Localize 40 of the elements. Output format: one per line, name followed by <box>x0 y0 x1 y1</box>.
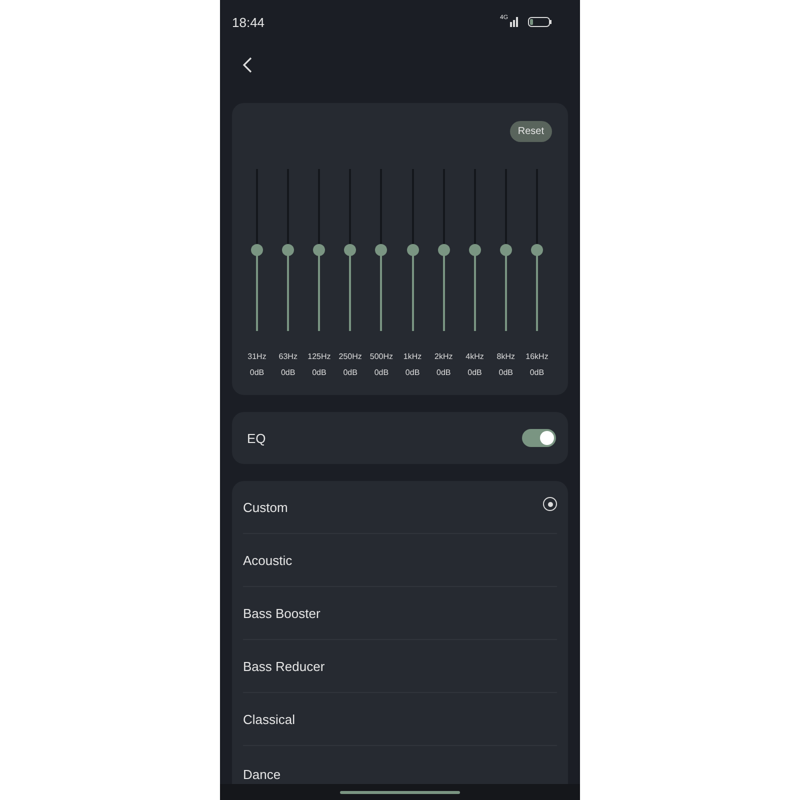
preset-label: Dance <box>243 767 281 782</box>
gain-label: 0dB <box>498 368 513 377</box>
eq-switch[interactable] <box>522 429 556 447</box>
frequency-label: 8kHz <box>496 352 515 361</box>
preset-item[interactable]: Classical <box>243 693 557 746</box>
frequency-label: 2kHz <box>434 352 453 361</box>
preset-item[interactable]: Custom <box>243 481 557 534</box>
gain-label: 0dB <box>312 368 326 377</box>
gain-label: 0dB <box>280 368 296 377</box>
preset-item[interactable]: Dance <box>243 746 557 784</box>
gain-label: 0dB <box>468 368 482 377</box>
frequency-label: 250Hz <box>338 352 362 361</box>
preset-label: Classical <box>243 712 296 726</box>
gain-label: 0dB <box>343 368 358 377</box>
frequency-label: 1kHz <box>403 352 422 361</box>
frequency-label: 31Hz <box>248 352 266 361</box>
status-time: 18:44 <box>232 14 265 30</box>
gain-label: 0dB <box>250 368 264 377</box>
preset-label: Bass Reducer <box>243 658 325 674</box>
frequency-label: 125Hz <box>308 352 331 361</box>
gain-label: 0dB <box>436 368 451 377</box>
gain-label: 0dB <box>530 368 544 377</box>
frequency-label: 63Hz <box>278 352 298 361</box>
eq-label: EQ <box>247 430 266 446</box>
home-indicator[interactable] <box>340 790 460 794</box>
preset-label: Custom <box>243 500 288 514</box>
frequency-label: 4kHz <box>466 352 484 361</box>
back-icon[interactable] <box>242 56 252 72</box>
gain-label: 0dB <box>405 368 420 377</box>
gain-label: 0dB <box>374 368 389 377</box>
preset-item[interactable]: Acoustic <box>243 534 557 587</box>
preset-item[interactable]: Bass Booster <box>243 587 557 640</box>
frequency-label: 500Hz <box>370 352 393 361</box>
reset-button[interactable]: Reset <box>510 121 552 142</box>
battery-icon <box>528 17 552 27</box>
preset-label: Acoustic <box>243 552 292 568</box>
signal-icon <box>510 17 520 27</box>
frequency-label: 16kHz <box>526 352 548 361</box>
preset-item[interactable]: Bass Reducer <box>243 640 557 693</box>
preset-label: Bass Booster <box>243 606 320 620</box>
